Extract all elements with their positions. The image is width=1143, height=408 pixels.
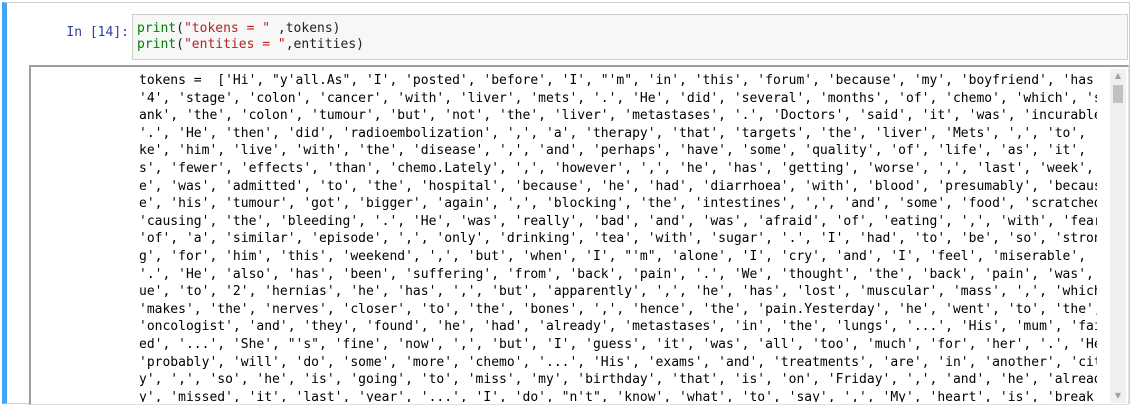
scroll-up-arrow-icon[interactable]: ▲ (1110, 69, 1126, 83)
output-line: '4', 'stage', 'colon', 'cancer', 'with',… (139, 90, 1097, 106)
code-line: print("tokens = " ,tokens) (137, 21, 1123, 37)
output-line: 'probably', 'will', 'do', 'some', 'more'… (139, 354, 1097, 370)
output-line: e', 'was', 'admitted', 'to', 'the', 'hos… (139, 178, 1097, 194)
input-prompt: In [14]: (66, 25, 129, 40)
output-line: s', 'fewer', 'effects', 'than', 'chemo.L… (139, 160, 1097, 176)
output-line: ke', 'him', 'live', 'with', 'the', 'dise… (139, 143, 1097, 159)
output-text: tokens = ['Hi', "y'all.As", 'I', 'posted… (139, 72, 1097, 402)
output-line: 'causing', 'the', 'bleeding', '.', 'He',… (139, 213, 1097, 229)
output-line: 'makes', 'the', 'nerves', 'closer', 'to'… (139, 301, 1097, 317)
output-scrollbar[interactable]: ▲ ▼ (1110, 69, 1126, 403)
code-rest: ,tokens) (270, 21, 341, 36)
output-line: y', ',', 'so', 'he', 'is', 'going', 'to'… (139, 372, 1097, 388)
code-paren: ( (176, 21, 184, 36)
output-line: tokens = ['Hi', "y'all.As", 'I', 'posted… (139, 73, 1097, 88)
code-rest: ,entities) (285, 37, 364, 52)
scroll-down-arrow-icon[interactable]: ▼ (1110, 389, 1126, 403)
output-line: '.', 'He', 'then', 'did', 'radioemboliza… (139, 125, 1097, 141)
scrollbar-thumb[interactable] (1113, 85, 1123, 103)
output-line: ue', 'to', '2', 'hernias', 'he', 'has', … (139, 284, 1097, 300)
output-line: e', 'his', 'tumour', 'got', 'bigger', 'a… (139, 196, 1097, 212)
code-editor[interactable]: print("tokens = " ,tokens) print("entiti… (132, 14, 1128, 60)
code-paren: ( (176, 37, 184, 52)
code-line: print("entities = ",entities) (137, 37, 1123, 53)
code-string: "entities = " (183, 37, 286, 52)
output-line: g', 'for', 'him', 'this', 'weekend', ','… (139, 248, 1087, 264)
output-line: ank', 'the', 'colon', 'tumour', 'but', '… (139, 108, 1097, 124)
code-cell[interactable]: In [14]: print("tokens = " ,tokens) prin… (2, 2, 1130, 405)
output-area[interactable]: tokens = ['Hi', "y'all.As", 'I', 'posted… (29, 65, 1129, 405)
output-line: 'oncologist', 'and', 'they', 'found', 'h… (139, 319, 1097, 335)
code-string: "tokens = " (183, 21, 271, 36)
output-line: ed', '...', 'She', "'s", 'fine', 'now', … (139, 336, 1097, 352)
output-line: y', 'missed', 'it', 'last', 'year', '...… (139, 389, 1097, 402)
code-function: print (137, 21, 177, 36)
code-function: print (137, 37, 177, 52)
output-line: '.', 'He', 'also', 'has', 'been', 'suffe… (139, 266, 1097, 282)
output-line: 'of', 'a', 'similar', 'episode', ',', 'o… (139, 231, 1097, 247)
